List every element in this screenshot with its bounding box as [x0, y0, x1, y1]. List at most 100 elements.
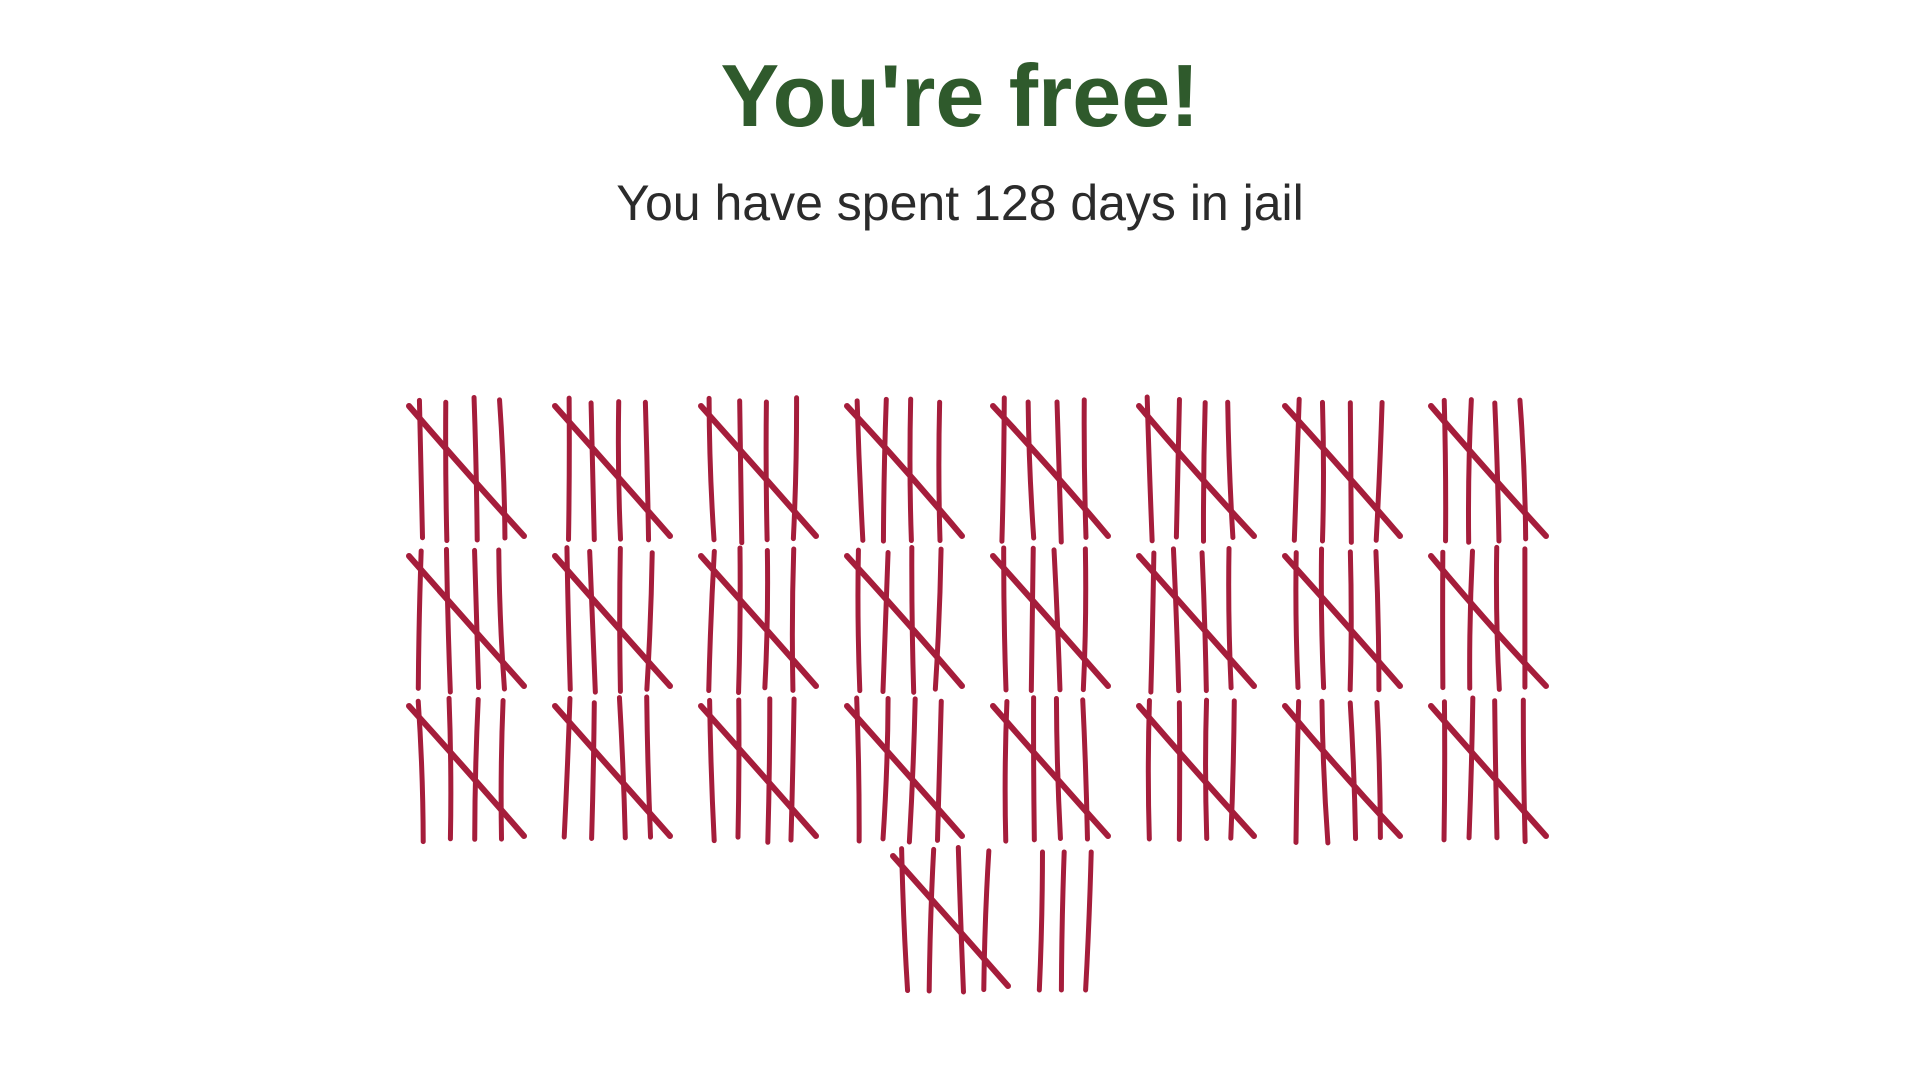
headline: You're free! [720, 46, 1200, 145]
tally-mark [1467, 548, 1475, 691]
tally-mark [644, 694, 654, 840]
tally-cross-mark [1136, 703, 1257, 839]
tally-mark [1347, 549, 1354, 693]
tally-mark [1001, 545, 1009, 693]
days-message: You have spent 128 days in jail [616, 175, 1304, 231]
tally-cross-mark [1428, 403, 1549, 539]
tally-cross-mark [1428, 553, 1549, 689]
tally-mark [1051, 547, 1063, 693]
tally-mark [1373, 548, 1382, 693]
tally-group [990, 695, 1111, 844]
tally-mark [1053, 696, 1063, 841]
tally-mark [1199, 550, 1209, 694]
result-page: You're free! You have spent 128 days in … [0, 0, 1920, 1080]
tally-mark [1466, 695, 1476, 841]
tally-cross-mark [1136, 553, 1257, 689]
tally-mark [416, 397, 425, 541]
tally-cross-mark [1282, 403, 1403, 539]
tally-loose-marks [1036, 849, 1094, 993]
tally-mark [1081, 397, 1089, 540]
tally-group [1428, 544, 1549, 692]
tally-mark [762, 548, 771, 691]
tally-mark [1441, 699, 1448, 843]
tally-mark [1291, 396, 1302, 543]
tally-mark [587, 548, 598, 695]
tally-mark [1058, 849, 1067, 993]
tally-cross-mark [406, 403, 527, 539]
tally-mark [880, 396, 889, 544]
tally-cross-mark [990, 703, 1111, 839]
tally-mark [617, 545, 623, 694]
tally-cross-mark [1136, 403, 1257, 539]
tally-mark [1080, 546, 1089, 693]
tally-mark [497, 397, 508, 541]
tally-mark [446, 695, 454, 842]
tally-cross-mark [990, 403, 1111, 539]
tally-mark [1225, 399, 1236, 540]
tally-mark [706, 548, 717, 694]
tally-cross-mark [698, 703, 819, 839]
tally-mark [1080, 697, 1090, 842]
tally-group [844, 545, 965, 695]
tally-mark [899, 846, 911, 994]
tally-mark [443, 399, 450, 544]
tally-mark [566, 395, 572, 543]
tally-group [552, 694, 673, 841]
tally-cross-mark [698, 403, 819, 539]
tally-cross-mark [1428, 703, 1549, 839]
tally-cross-mark [1282, 553, 1403, 689]
tally-group [698, 395, 819, 546]
tally-group [1282, 698, 1403, 846]
tally-mark [1226, 545, 1234, 691]
tally-mark [955, 844, 966, 995]
tally-cross-mark [890, 853, 1011, 989]
tally-mark [415, 548, 424, 691]
tally-mark [1173, 396, 1182, 540]
tally-group [552, 545, 673, 695]
tally-mark [736, 545, 743, 696]
tally-group [990, 545, 1111, 694]
tally-mark [1028, 545, 1036, 694]
tally-mark [926, 846, 937, 994]
tally-mark [1466, 397, 1474, 545]
tally-mark [1347, 400, 1354, 545]
tally-mark [1441, 397, 1449, 544]
tally-cross-mark [698, 553, 819, 689]
tally-mark [1293, 699, 1302, 845]
tally-mark [1002, 698, 1010, 844]
tally-mark [1493, 544, 1502, 692]
tally-mark [707, 697, 717, 844]
tally-mark [1031, 695, 1037, 843]
tally-mark [735, 697, 742, 840]
tally-mark [1319, 399, 1326, 544]
tally-mark [498, 698, 506, 842]
tally-cross-mark [406, 553, 527, 689]
tally-mark [564, 545, 573, 692]
tally-mark [909, 545, 917, 695]
tally-group [1136, 545, 1257, 695]
tally-mark [588, 400, 597, 543]
tally-mark [999, 395, 1007, 544]
tally-mark [1145, 698, 1152, 842]
tally-group [406, 394, 527, 544]
tally-mark [1083, 849, 1094, 993]
tally-mark [642, 399, 652, 543]
tally-cross-mark [552, 403, 673, 539]
tally-mark [472, 696, 481, 842]
tally-mark [1517, 397, 1529, 542]
tally-mark [1144, 394, 1155, 544]
tally-mark [1347, 700, 1359, 842]
tally-cross-mark [844, 403, 965, 539]
tally-mark [854, 695, 862, 844]
tally-mark [907, 396, 914, 544]
tally-mark [981, 848, 992, 993]
tally-mark [737, 398, 745, 546]
tally-group [698, 696, 819, 845]
tally-mark [1148, 550, 1157, 695]
tally-group [890, 844, 1011, 995]
tally-group [406, 695, 527, 845]
tally-mark [880, 550, 891, 695]
tally-mark [765, 696, 773, 845]
tally-mark [1520, 697, 1528, 845]
tally-group [1136, 697, 1257, 842]
